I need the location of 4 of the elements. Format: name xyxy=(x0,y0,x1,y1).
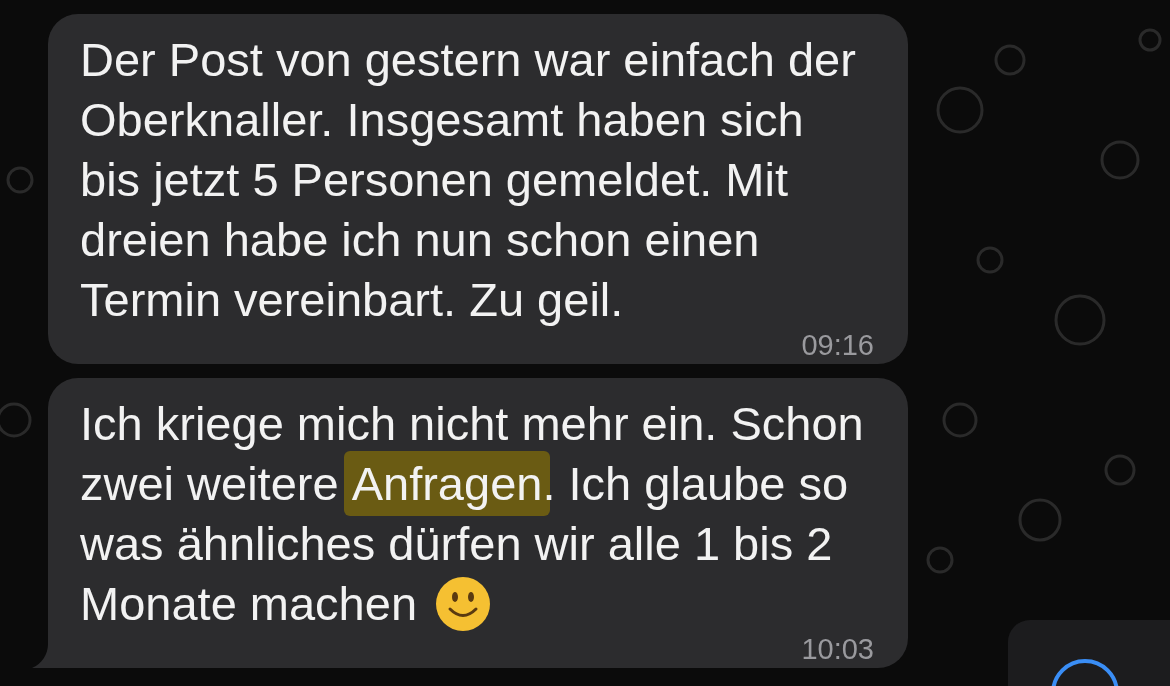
message-text: Der Post von gestern war einfach der Oberknaller. Insgesamt haben sich bis jetzt 5 Personen gemeldet. Mit dreien habe ich nun schon einen Termin vereinbart. Zu geil. xyxy=(80,32,857,328)
message-time: 09:16 xyxy=(801,330,874,360)
message-text: Ich kriege mich nicht mehr ein. Schon zwei weitere Anfragen. Ich glaube so was ähnliches dürfen wir alle 1 bis 2 Monate machen xyxy=(80,396,865,634)
message-time: 10:03 xyxy=(801,634,874,664)
